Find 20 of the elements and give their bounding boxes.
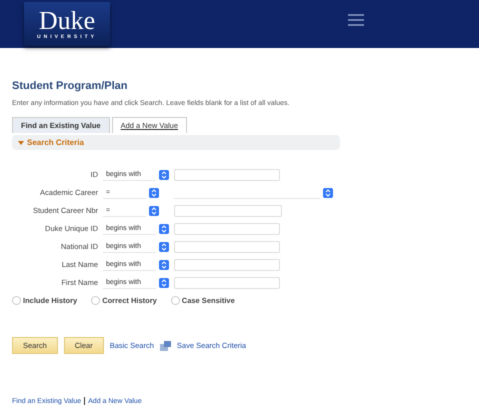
dropdown-arrow-icon[interactable] [159, 278, 169, 288]
input-field[interactable] [174, 240, 280, 252]
logo-name: Duke [38, 8, 96, 34]
dropdown-arrow-icon[interactable] [149, 206, 159, 216]
input-field[interactable] [174, 258, 280, 270]
dropdown-arrow-icon[interactable] [159, 242, 169, 252]
input-field[interactable] [174, 168, 280, 180]
save-icon[interactable] [160, 340, 171, 350]
dropdown-arrow-icon[interactable] [323, 188, 333, 198]
dropdown-arrow-icon[interactable] [149, 188, 159, 198]
page-title: Student Program/Plan [12, 80, 129, 92]
input-field[interactable] [174, 222, 280, 234]
dropdown-arrow-icon[interactable] [159, 260, 169, 270]
input-field[interactable] [174, 276, 280, 288]
input-field[interactable] [174, 204, 282, 216]
menu-icon[interactable] [348, 13, 364, 27]
section-title: Search Criteria [27, 138, 84, 147]
collapse-icon[interactable] [18, 140, 24, 145]
dropdown-arrow-icon[interactable] [159, 224, 169, 234]
dropdown-arrow-icon[interactable] [159, 170, 169, 180]
